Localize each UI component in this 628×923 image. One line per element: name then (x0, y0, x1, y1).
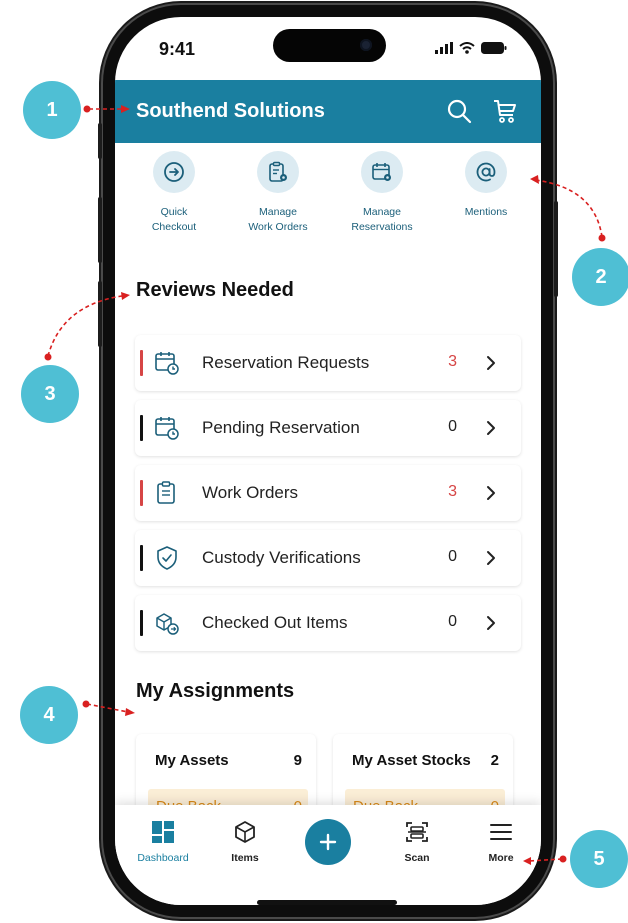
search-icon[interactable] (446, 98, 472, 124)
mentions-action[interactable]: Mentions (436, 151, 536, 220)
home-indicator (257, 900, 397, 905)
status-bar-marker (140, 545, 143, 571)
callout-badge-2: 2 (572, 248, 628, 306)
assign-card-count: 2 (490, 752, 499, 769)
at-sign-icon (476, 162, 496, 182)
mentions-icon-circle (465, 151, 507, 193)
calendar-gear-icon (372, 163, 391, 181)
my-assignments-heading: My Assignments (136, 680, 295, 702)
review-count: 0 (448, 418, 457, 435)
dashboard-icon (152, 821, 174, 843)
nav-more[interactable]: More (461, 819, 541, 864)
review-row-custody-verifications[interactable]: Custody Verifications 0 (135, 530, 521, 586)
quick-checkout-icon-circle (153, 151, 195, 193)
review-label: Checked Out Items (202, 613, 348, 632)
calendar-clock-icon (155, 352, 179, 375)
volume-down-button (98, 281, 102, 347)
chevron-right-icon (487, 356, 495, 370)
app-title: Southend Solutions (136, 100, 325, 122)
status-time: 9:41 (159, 39, 196, 59)
review-count: 3 (448, 483, 457, 500)
review-count: 3 (448, 353, 457, 370)
review-row-checked-out-items[interactable]: Checked Out Items 0 (135, 595, 521, 651)
chevron-right-icon (487, 616, 495, 630)
nav-label: Scan (404, 852, 430, 864)
quick-actions: Quick Checkout Manage Work Orders Manage… (115, 151, 541, 251)
reviews-needed-heading: Reviews Needed (136, 279, 294, 301)
review-label: Reservation Requests (202, 353, 370, 372)
callout-badge-3: 3 (21, 365, 79, 423)
clipboard-gear-icon (269, 161, 287, 182)
volume-up-button (98, 197, 102, 263)
nav-label: Items (231, 852, 259, 864)
status-icons (435, 42, 507, 54)
status-bar-marker (140, 415, 143, 441)
manage-work-orders-icon-circle (257, 151, 299, 193)
chevron-right-icon (487, 551, 495, 565)
cart-icon[interactable] (492, 98, 518, 124)
arrow-right-circle-icon (164, 162, 184, 182)
nav-label: More (488, 852, 514, 864)
quick-action-label: Mentions (464, 206, 508, 218)
chevron-right-icon (487, 486, 495, 500)
review-count: 0 (448, 548, 457, 565)
shield-check-icon (157, 546, 177, 570)
clipboard-icon (157, 481, 175, 504)
nav-items[interactable]: Items (205, 819, 285, 864)
manage-reservations-action[interactable]: Manage Reservations (332, 151, 432, 235)
review-count: 0 (448, 613, 457, 630)
callout-badge-4: 4 (20, 686, 78, 744)
phone-frame: 9:41 Southend Solutions Quick Checkout M… (98, 5, 558, 917)
assign-card-count: 9 (293, 752, 302, 769)
status-bar-marker (140, 350, 143, 376)
bottom-navigation: Dashboard Items Scan More (115, 805, 541, 905)
boxes-arrow-icon (156, 613, 179, 635)
manage-reservations-icon-circle (361, 151, 403, 193)
assign-card-title: My Asset Stocks (352, 752, 471, 769)
review-label: Pending Reservation (202, 418, 360, 437)
menu-icon (490, 824, 512, 840)
assign-card-title: My Assets (155, 752, 229, 769)
status-bar-marker (140, 480, 143, 506)
add-button[interactable] (305, 819, 351, 865)
app-header: Southend Solutions (115, 80, 541, 143)
dynamic-island (273, 29, 386, 62)
quick-checkout-action[interactable]: Quick Checkout (124, 151, 224, 235)
camera-lens (360, 39, 372, 51)
reviews-list: Reservation Requests 3 Pending Reservati… (135, 335, 521, 660)
nav-scan[interactable]: Scan (377, 819, 457, 864)
callout-badge-1: 1 (23, 81, 81, 139)
nav-label: Dashboard (137, 852, 189, 864)
review-row-reservation-requests[interactable]: Reservation Requests 3 (135, 335, 521, 391)
quick-action-label: Manage Work Orders (248, 206, 308, 233)
mute-switch (98, 123, 102, 159)
power-button (554, 201, 558, 297)
nav-dashboard[interactable]: Dashboard (123, 819, 203, 864)
quick-action-label: Manage Reservations (351, 206, 413, 233)
battery-icon (481, 42, 507, 54)
chevron-right-icon (487, 421, 495, 435)
scan-icon (406, 822, 428, 842)
app-screen: 9:41 Southend Solutions Quick Checkout M… (115, 17, 541, 905)
review-row-work-orders[interactable]: Work Orders 3 (135, 465, 521, 521)
cube-icon (235, 821, 255, 843)
status-bar: 9:41 (115, 17, 541, 75)
review-row-pending-reservation[interactable]: Pending Reservation 0 (135, 400, 521, 456)
calendar-clock-icon (155, 417, 179, 440)
wifi-icon (459, 42, 475, 54)
status-bar-marker (140, 610, 143, 636)
signal-icon (435, 42, 453, 54)
callout-badge-5: 5 (570, 830, 628, 888)
review-label: Custody Verifications (202, 548, 361, 567)
quick-action-label: Quick Checkout (151, 206, 197, 233)
plus-icon (319, 833, 337, 851)
review-label: Work Orders (202, 483, 299, 502)
manage-work-orders-action[interactable]: Manage Work Orders (228, 151, 328, 235)
